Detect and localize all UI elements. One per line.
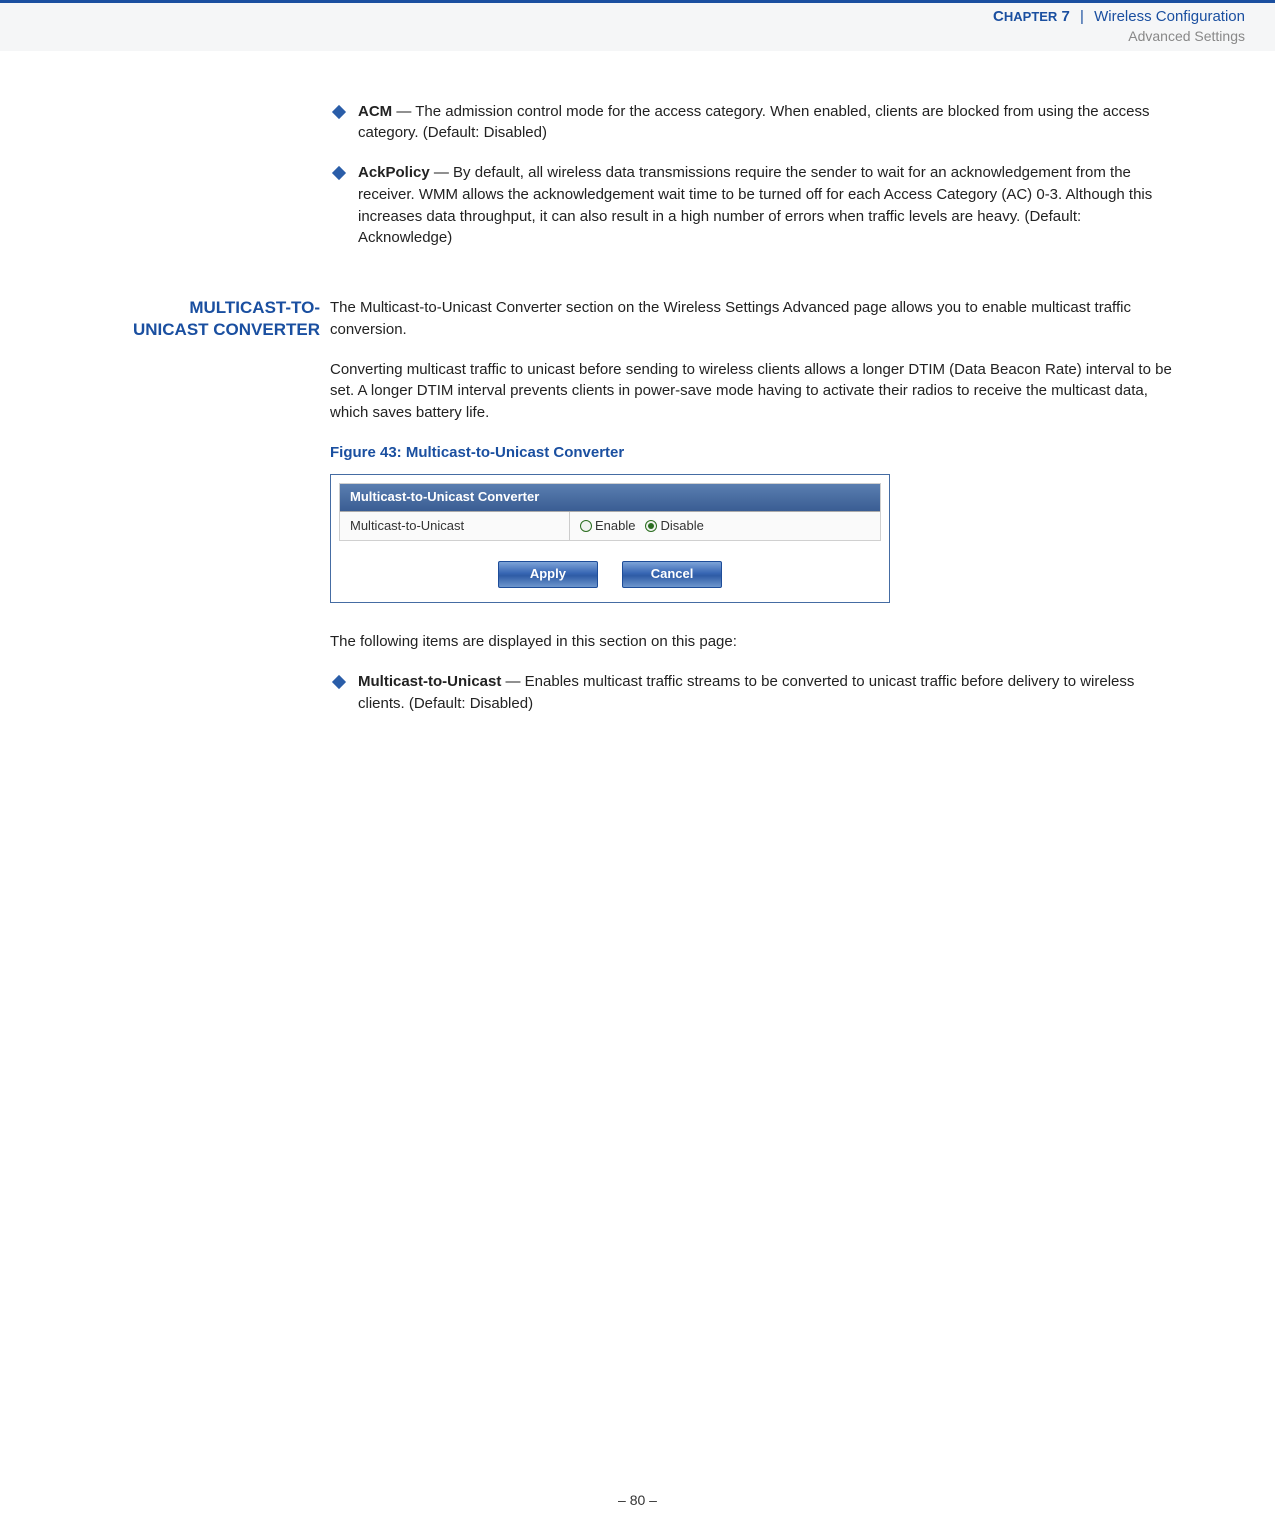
disable-radio[interactable]: Disable bbox=[645, 517, 703, 536]
term: ACM bbox=[358, 103, 392, 120]
radio-label: Disable bbox=[660, 517, 703, 536]
enable-radio[interactable]: Enable bbox=[580, 517, 635, 536]
diamond-icon bbox=[332, 675, 346, 689]
figure-caption: Figure 43: Multicast-to-Unicast Converte… bbox=[330, 442, 1175, 464]
header-subtitle: Advanced Settings bbox=[30, 27, 1245, 45]
panel-row-label: Multicast-to-Unicast bbox=[340, 512, 570, 541]
term: AckPolicy bbox=[358, 164, 430, 181]
section-intro: The Multicast-to-Unicast Converter secti… bbox=[330, 297, 1175, 341]
list-item: Multicast-to-Unicast — Enables multicast… bbox=[330, 671, 1175, 715]
term: Multicast-to-Unicast bbox=[358, 673, 501, 690]
cancel-button[interactable]: Cancel bbox=[622, 561, 722, 588]
radio-icon bbox=[645, 520, 657, 532]
radio-label: Enable bbox=[595, 517, 635, 536]
breadcrumb: Wireless Configuration bbox=[1094, 8, 1245, 25]
term-desc: — The admission control mode for the acc… bbox=[358, 103, 1150, 142]
chapter-label: CHAPTER 7 bbox=[993, 8, 1074, 25]
list-item: ACM — The admission control mode for the… bbox=[330, 101, 1175, 145]
diamond-icon bbox=[332, 166, 346, 180]
diamond-icon bbox=[332, 105, 346, 119]
after-panel-intro: The following items are displayed in thi… bbox=[330, 631, 1175, 653]
panel-controls: Enable Disable bbox=[570, 512, 880, 541]
apply-button[interactable]: Apply bbox=[498, 561, 598, 588]
radio-icon bbox=[580, 520, 592, 532]
settings-panel: Multicast-to-Unicast Converter Multicast… bbox=[330, 474, 890, 604]
panel-title: Multicast-to-Unicast Converter bbox=[340, 484, 880, 512]
header-separator: | bbox=[1074, 8, 1090, 25]
section-paragraph: Converting multicast traffic to unicast … bbox=[330, 359, 1175, 424]
section-side-heading: MULTICAST-TO- UNICAST CONVERTER bbox=[100, 297, 320, 341]
list-item: AckPolicy — By default, all wireless dat… bbox=[330, 162, 1175, 249]
term-desc: — By default, all wireless data transmis… bbox=[358, 164, 1152, 246]
page-header: CHAPTER 7 | Wireless Configuration Advan… bbox=[0, 0, 1275, 51]
page-number: – 80 – bbox=[0, 1492, 1275, 1508]
